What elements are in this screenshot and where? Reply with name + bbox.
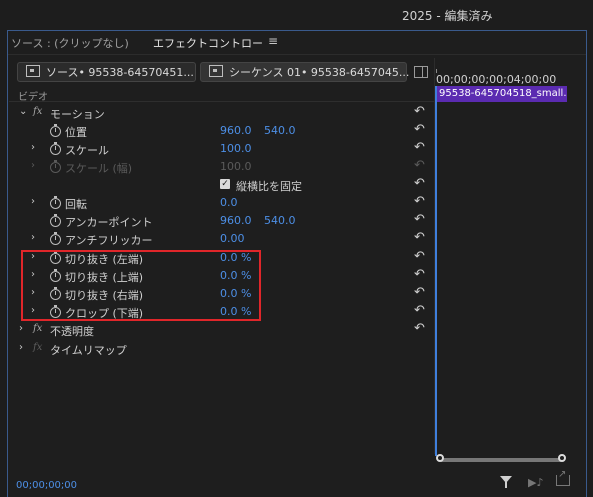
reset-icon[interactable]: ↶ — [414, 267, 425, 282]
reset-icon: ↶ — [414, 158, 425, 173]
chevron-right-icon[interactable]: › — [19, 323, 23, 334]
reset-icon[interactable]: ↶ — [414, 321, 425, 336]
opacity-row[interactable]: › fx 不透明度 ↶ — [9, 321, 435, 339]
window-title: 2025 - 編集済み — [402, 9, 493, 23]
rotation-row: › 回転 0.0 ↶ — [9, 194, 435, 212]
opacity-label: 不透明度 — [50, 325, 94, 338]
timeline-clip[interactable]: 95538-645704518_small.m — [437, 86, 567, 102]
anchor-y-value[interactable]: 540.0 — [264, 214, 296, 227]
sequence-icon — [209, 65, 223, 77]
anchor-label: アンカーポイント — [65, 216, 153, 229]
stopwatch-icon[interactable] — [50, 142, 61, 155]
anchor-row: アンカーポイント 960.0 540.0 ↶ — [9, 212, 435, 230]
time-remap-row[interactable]: › fx タイムリマップ — [9, 340, 435, 358]
chevron-right-icon[interactable]: › — [31, 196, 35, 207]
rotation-value[interactable]: 0.0 — [220, 196, 238, 209]
zoom-scrollbar[interactable] — [440, 458, 562, 462]
tab-source[interactable]: ソース : (クリップなし) — [11, 35, 129, 51]
antiflicker-label: アンチフリッカー — [65, 234, 153, 247]
chevron-right-icon[interactable]: › — [31, 232, 35, 243]
current-timecode[interactable]: 00;00;00;00 — [16, 480, 77, 491]
scale-label: スケール — [65, 144, 109, 157]
position-label: 位置 — [65, 126, 87, 139]
reset-icon[interactable]: ↶ — [414, 212, 425, 227]
source-clip-button[interactable]: ソース• 95538-64570451... — [17, 62, 196, 82]
reset-icon[interactable]: ↶ — [414, 230, 425, 245]
anchor-x-value[interactable]: 960.0 — [220, 214, 252, 227]
uniform-scale-row: ✓ 縦横比を固定 ↶ — [9, 176, 435, 194]
stopwatch-icon — [50, 160, 61, 173]
title-bar — [0, 0, 593, 30]
tab-effect-controls[interactable]: エフェクトコントロー — [153, 35, 263, 55]
zoom-handle-left[interactable] — [436, 454, 444, 462]
chevron-right-icon[interactable]: › — [31, 142, 35, 153]
chevron-right-icon: › — [31, 160, 35, 171]
reset-icon[interactable]: ↶ — [414, 104, 425, 119]
uniform-scale-label: 縦横比を固定 — [236, 180, 302, 193]
section-divider — [9, 101, 435, 102]
scale-value[interactable]: 100.0 — [220, 142, 252, 155]
position-x-value[interactable]: 960.0 — [220, 124, 252, 137]
rotation-label: 回転 — [65, 198, 87, 211]
position-row: 位置 960.0 540.0 ↶ — [9, 122, 435, 140]
zoom-handle-right[interactable] — [558, 454, 566, 462]
reset-icon[interactable]: ↶ — [414, 249, 425, 264]
stopwatch-icon[interactable] — [50, 232, 61, 245]
scale-width-label: スケール (幅) — [65, 162, 133, 175]
source-clip-label: ソース• 95538-64570451... — [46, 66, 194, 79]
ruler-timecode: 00;00;00;00;04;00;00 — [436, 73, 557, 86]
motion-row[interactable]: ⌄ fx モーション ↶ — [9, 104, 435, 122]
scale-width-row: › スケール (幅) 100.0 ↶ — [9, 158, 435, 176]
position-y-value[interactable]: 540.0 — [264, 124, 296, 137]
reset-icon[interactable]: ↶ — [414, 176, 425, 191]
uniform-scale-checkbox[interactable]: ✓ — [220, 179, 230, 189]
crop-highlight-box — [21, 250, 261, 321]
export-icon[interactable] — [556, 469, 570, 486]
antiflicker-value[interactable]: 0.00 — [220, 232, 245, 245]
fx-icon[interactable]: fx — [33, 106, 42, 117]
sequence-clip-label: シーケンス 01• 95538-6457045... — [229, 66, 410, 79]
reset-icon[interactable]: ↶ — [414, 285, 425, 300]
reset-icon[interactable]: ↶ — [414, 194, 425, 209]
clip-icon — [26, 65, 40, 77]
stopwatch-icon[interactable] — [50, 124, 61, 137]
chevron-down-icon[interactable]: ⌄ — [19, 106, 27, 117]
antiflicker-row: › アンチフリッカー 0.00 ↶ — [9, 230, 435, 248]
playhead[interactable] — [435, 86, 437, 456]
reset-icon[interactable]: ↶ — [414, 140, 425, 155]
panel-menu-icon[interactable]: ≡ — [268, 34, 278, 48]
reset-icon[interactable]: ↶ — [414, 122, 425, 137]
scale-row: › スケール 100.0 ↶ — [9, 140, 435, 158]
play-audio-icon[interactable]: ▶♪ — [528, 476, 543, 489]
sequence-clip-button[interactable]: シーケンス 01• 95538-6457045... — [200, 62, 410, 82]
fx-icon[interactable]: fx — [33, 323, 42, 334]
funnel-icon[interactable] — [500, 476, 512, 488]
tab-divider — [8, 54, 586, 55]
fx-icon: fx — [33, 342, 43, 353]
stopwatch-icon[interactable] — [50, 196, 61, 209]
motion-label: モーション — [50, 108, 105, 121]
chevron-right-icon[interactable]: › — [19, 342, 23, 353]
stopwatch-icon[interactable] — [50, 214, 61, 227]
toggle-timeline-icon[interactable] — [414, 66, 428, 78]
reset-icon[interactable]: ↶ — [414, 303, 425, 318]
time-remap-label: タイムリマップ — [50, 344, 127, 357]
scale-width-value: 100.0 — [220, 160, 252, 173]
